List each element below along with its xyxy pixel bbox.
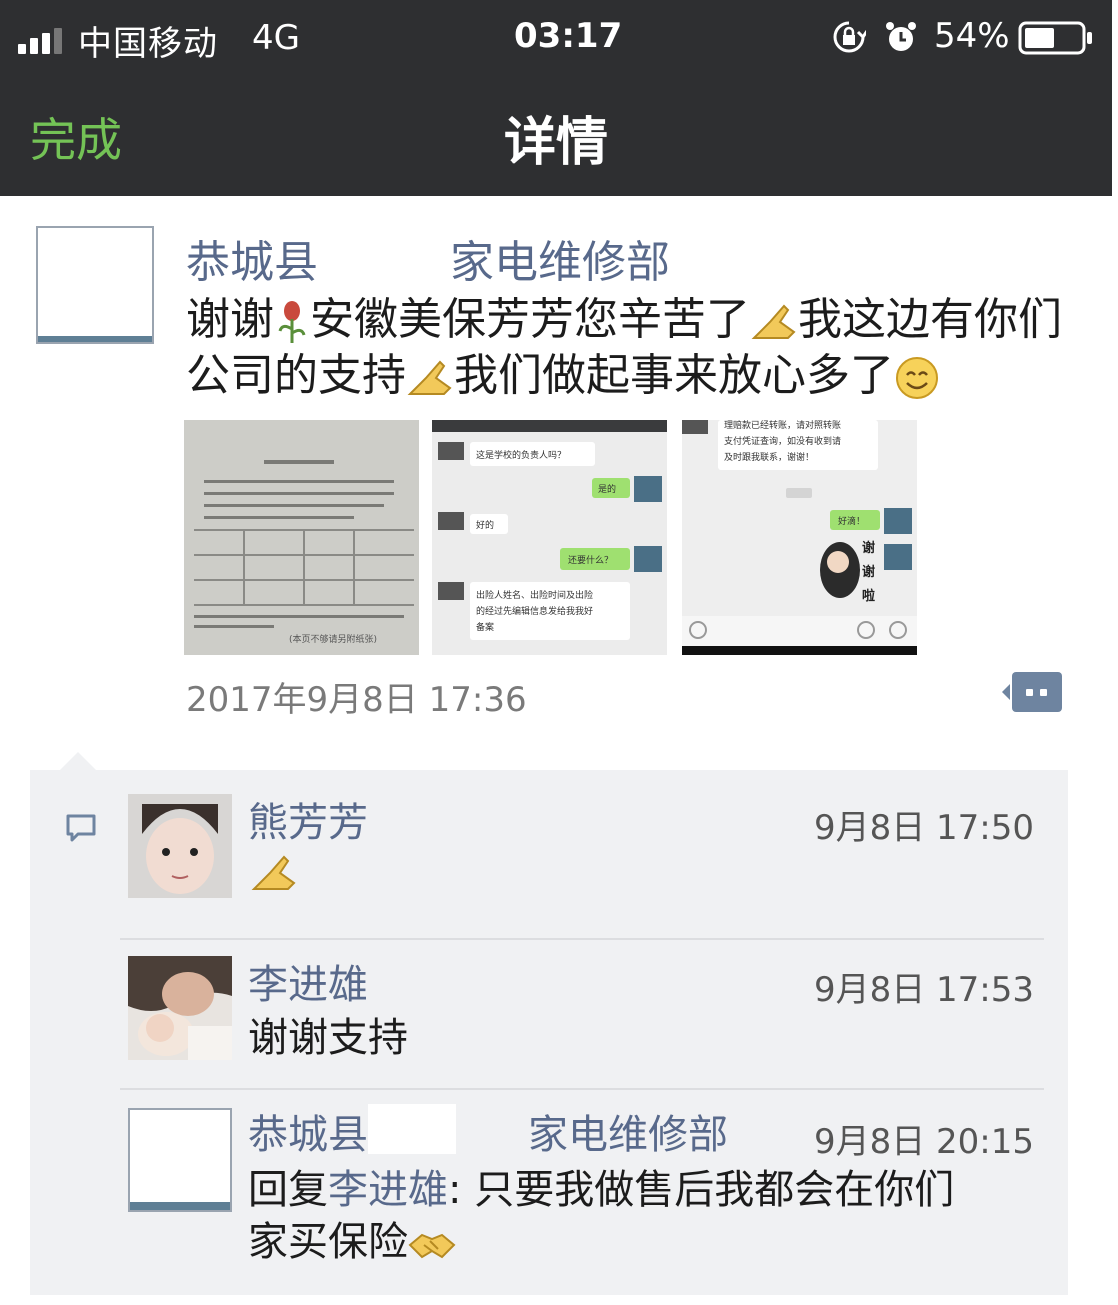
alarm-icon bbox=[886, 22, 916, 51]
post-image-2[interactable]: 这是学校的负责人吗？ 是的 好的 还要什么？ 出险人姓名、出险时间及出险 的经过… bbox=[432, 420, 667, 655]
reply-text-line: : 只要我做售后我都会在你们 bbox=[448, 1167, 955, 1213]
image-2-msg: 好的 bbox=[476, 519, 494, 531]
comment-text: 回复李进雄: 只要我做售后我都会在你们 家买保险 bbox=[248, 1164, 1028, 1268]
image-1-caption: (本页不够请另附纸张) bbox=[289, 633, 377, 645]
image-3-msg: 啦 bbox=[862, 588, 875, 604]
redacted-block bbox=[368, 1104, 456, 1154]
comment-avatar[interactable] bbox=[128, 1108, 232, 1212]
image-2-msg: 是的 bbox=[598, 483, 616, 495]
reply-prefix: 回复 bbox=[248, 1167, 328, 1213]
signal-icon bbox=[18, 28, 68, 54]
post-text: 谢谢 安徽美保芳芳您辛苦了 我这边有你们公司的支持 我们做起事来放心多了 bbox=[186, 292, 1076, 404]
post-text-part: 我们做起事来放心多了 bbox=[454, 350, 894, 401]
thumbs-up-emoji-icon bbox=[407, 360, 452, 395]
top-bar: 中国移动 4G 03:17 54% 完成 详情 bbox=[0, 0, 1112, 196]
page-title: 详情 bbox=[503, 113, 608, 173]
thumbs-up-emoji-icon bbox=[251, 855, 296, 890]
image-2-msg: 这是学校的负责人吗？ bbox=[476, 449, 566, 461]
comment-time: 9月8日 20:15 bbox=[813, 1122, 1034, 1162]
carrier-name: 中国移动 bbox=[78, 24, 218, 64]
image-3-msg: 理赔款已经转账，请对照转账 bbox=[724, 420, 841, 431]
handshake-emoji-icon bbox=[408, 1233, 456, 1259]
poster-name[interactable]: 恭城县 家电维修部 bbox=[186, 226, 670, 290]
comment-bubble-icon bbox=[66, 814, 96, 842]
post-text-part: 谢谢 bbox=[186, 294, 274, 345]
comment-text: 谢谢支持 bbox=[248, 1015, 408, 1061]
commenter-name[interactable]: 恭城县 家电维修部 bbox=[248, 1102, 728, 1160]
post-text-part: 安徽美保芳芳您辛苦了 bbox=[310, 294, 750, 345]
comment-avatar[interactable] bbox=[128, 794, 232, 898]
reply-text-line: 家买保险 bbox=[248, 1219, 408, 1265]
post-timestamp: 2017年9月8日 17:36 bbox=[186, 680, 527, 720]
status-bar: 中国移动 4G 03:17 54% bbox=[0, 0, 1112, 74]
image-2-msg: 还要什么？ bbox=[568, 554, 613, 566]
thumbs-up-emoji-icon bbox=[751, 304, 796, 339]
commenter-name[interactable]: 熊芳芳 bbox=[248, 790, 368, 848]
comment-divider bbox=[120, 938, 1044, 940]
comment-action-button[interactable] bbox=[1002, 672, 1062, 712]
poster-avatar[interactable] bbox=[36, 226, 154, 344]
image-2-msg: 的经过先编辑信息发给我我好 bbox=[476, 605, 593, 617]
image-3-msg: 谢 bbox=[862, 540, 875, 556]
rose-emoji-icon bbox=[278, 301, 306, 343]
status-time: 03:17 bbox=[514, 16, 623, 56]
comment-time: 9月8日 17:53 bbox=[813, 970, 1034, 1010]
comment-time: 9月8日 17:50 bbox=[813, 808, 1034, 848]
network-type: 4G bbox=[252, 18, 300, 58]
rotation-lock-icon bbox=[833, 21, 866, 53]
post-image-1[interactable]: (本页不够请另附纸张) bbox=[184, 420, 419, 655]
image-3-msg: 支付凭证查询，如没有收到请 bbox=[724, 435, 841, 447]
image-2-msg: 出险人姓名、出险时间及出险 bbox=[476, 589, 593, 601]
nav-bar: 完成 详情 bbox=[0, 74, 1112, 196]
comment-divider bbox=[120, 1088, 1044, 1090]
image-3-msg: 好滴！ bbox=[838, 515, 865, 527]
reply-target-link[interactable]: 李进雄 bbox=[328, 1167, 448, 1213]
image-3-msg: 及时跟我联系，谢谢！ bbox=[724, 451, 814, 463]
comments-pointer bbox=[60, 752, 96, 770]
image-3-msg: 谢 bbox=[862, 564, 875, 580]
battery-icon bbox=[1018, 21, 1092, 55]
commenter-name[interactable]: 李进雄 bbox=[248, 952, 368, 1010]
image-2-msg: 备案 bbox=[476, 621, 494, 633]
battery-percent: 54% bbox=[934, 16, 1010, 56]
post-image-3[interactable]: 理赔款已经转账，请对照转账 支付凭证查询，如没有收到请 及时跟我联系，谢谢！ 好… bbox=[682, 420, 917, 655]
comment-avatar[interactable] bbox=[128, 956, 232, 1060]
smile-emoji-icon bbox=[896, 357, 938, 399]
